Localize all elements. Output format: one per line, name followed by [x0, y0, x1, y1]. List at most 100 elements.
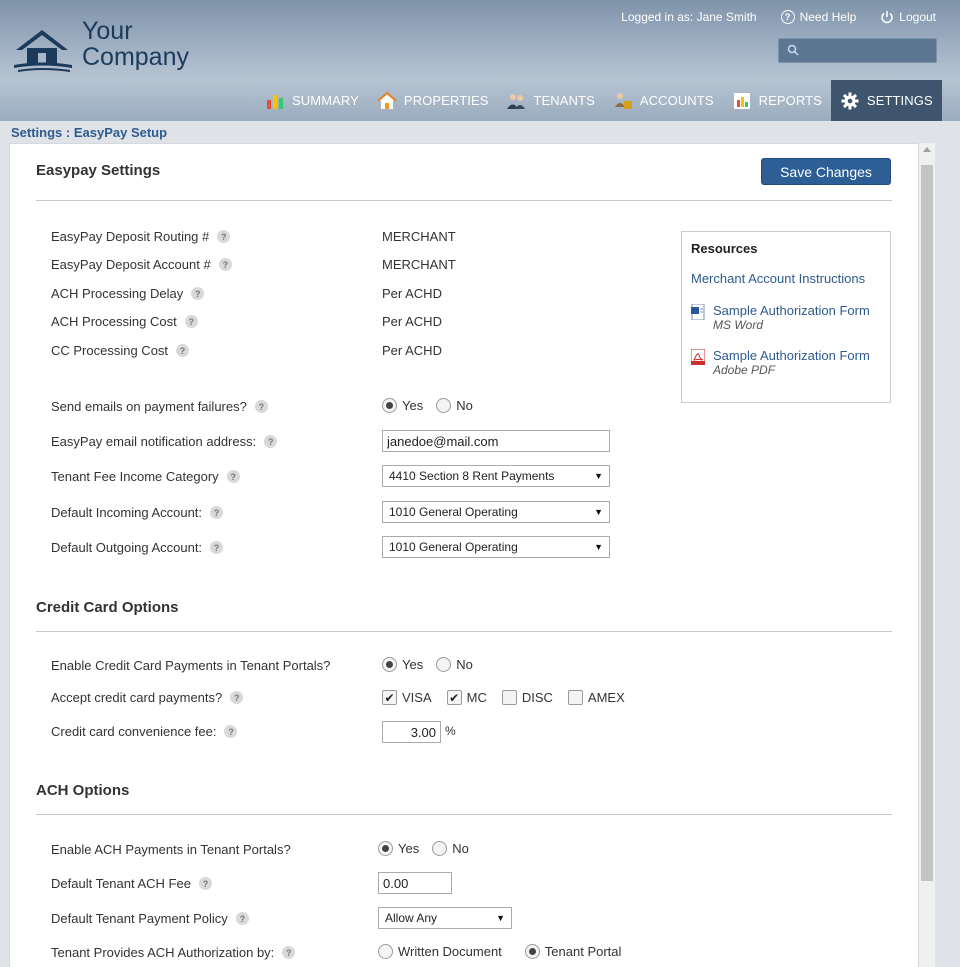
- outgoing-account-label: Default Outgoing Account:?: [51, 540, 224, 555]
- send-emails-yes[interactable]: Yes: [382, 398, 423, 413]
- help-icon[interactable]: ?: [282, 946, 296, 959]
- merchant-instructions-link[interactable]: Merchant Account Instructions: [691, 271, 881, 286]
- ach-auth-radio: Written Document Tenant Portal: [378, 944, 627, 959]
- help-icon[interactable]: ?: [184, 315, 198, 328]
- card-mc[interactable]: ✔ MC: [446, 690, 487, 705]
- company-logo[interactable]: Your Company: [12, 18, 212, 78]
- accept-cc-label: Accept credit card payments??: [51, 690, 244, 705]
- tab-reports[interactable]: REPORTS: [723, 80, 831, 121]
- save-button[interactable]: Save Changes: [761, 158, 891, 185]
- payment-policy-label: Default Tenant Payment Policy?: [51, 911, 249, 926]
- enable-cc-no[interactable]: No: [436, 657, 473, 672]
- payment-policy-select[interactable]: Allow Any ▼: [378, 907, 512, 929]
- help-icon[interactable]: ?: [264, 435, 278, 448]
- report-icon: [733, 92, 750, 109]
- search-icon: [787, 44, 799, 56]
- send-emails-no[interactable]: No: [436, 398, 473, 413]
- auth-tenant-portal[interactable]: Tenant Portal: [524, 944, 621, 959]
- card-types: ✔ VISA ✔ MC DISC AMEX: [382, 690, 634, 705]
- accounts-icon: [614, 92, 632, 109]
- card-amex[interactable]: AMEX: [567, 690, 625, 705]
- help-icon[interactable]: ?: [226, 470, 240, 483]
- dropdown-arrow-icon: ▼: [496, 913, 505, 923]
- easypay-settings-title: Easypay Settings: [36, 162, 161, 179]
- fee-category-label: Tenant Fee Income Category?: [51, 469, 240, 484]
- checkbox-checked-icon[interactable]: ✔: [446, 690, 462, 705]
- card-visa[interactable]: ✔ VISA: [382, 690, 432, 705]
- logged-in-text: Logged in as: Jane Smith: [621, 10, 757, 24]
- pdf-form-type: Adobe PDF: [713, 363, 776, 377]
- dropdown-arrow-icon: ▼: [594, 542, 603, 552]
- incoming-account-select[interactable]: 1010 General Operating ▼: [382, 501, 610, 523]
- search-input[interactable]: [778, 38, 937, 63]
- help-icon[interactable]: ?: [230, 691, 244, 704]
- checkbox-checked-icon[interactable]: ✔: [382, 690, 397, 705]
- help-icon[interactable]: ?: [176, 344, 190, 357]
- percent-unit: %: [445, 724, 456, 738]
- help-icon[interactable]: ?: [217, 230, 231, 243]
- help-icon[interactable]: ?: [191, 287, 205, 300]
- pdf-form-item: Sample Authorization Form Adobe PDF: [691, 348, 881, 377]
- radio-selected-icon[interactable]: [378, 841, 393, 856]
- divider: [36, 200, 892, 201]
- help-icon[interactable]: ?: [210, 506, 224, 519]
- convenience-fee-label: Credit card convenience fee:?: [51, 724, 238, 739]
- ach-delay-value: Per ACHD: [382, 286, 442, 301]
- auth-written-document[interactable]: Written Document: [378, 944, 502, 959]
- credit-card-options-title: Credit Card Options: [36, 599, 179, 616]
- tab-summary[interactable]: SUMMARY: [256, 80, 368, 121]
- pdf-form-link[interactable]: Sample Authorization Form: [713, 348, 870, 363]
- enable-ach-yes[interactable]: Yes: [378, 841, 419, 856]
- help-circle-icon: ?: [780, 10, 795, 24]
- main-nav: SUMMARY PROPERTIES TENANTS ACCOUNTS REPO…: [256, 80, 942, 121]
- logout-link[interactable]: Logout: [880, 10, 936, 24]
- word-form-link[interactable]: Sample Authorization Form: [713, 303, 870, 318]
- help-icon[interactable]: ?: [198, 877, 212, 890]
- radio-icon[interactable]: [432, 841, 448, 856]
- ach-fee-input[interactable]: [378, 872, 452, 894]
- radio-selected-icon[interactable]: [524, 944, 540, 959]
- enable-ach-label: Enable ACH Payments in Tenant Portals?: [51, 842, 291, 857]
- enable-cc-radio: Yes No: [382, 657, 479, 672]
- account-label: EasyPay Deposit Account #?: [51, 257, 232, 272]
- email-field[interactable]: [382, 430, 610, 452]
- enable-cc-label: Enable Credit Card Payments in Tenant Po…: [51, 658, 331, 673]
- checkbox-icon[interactable]: [501, 690, 517, 705]
- help-icon[interactable]: ?: [235, 912, 249, 925]
- people-icon: [507, 93, 526, 109]
- house-logo-icon: [14, 30, 72, 72]
- tab-settings[interactable]: SETTINGS: [830, 80, 942, 121]
- fee-category-select[interactable]: 4410 Section 8 Rent Payments ▼: [382, 465, 610, 487]
- gear-icon: [841, 92, 859, 109]
- radio-selected-icon[interactable]: [382, 657, 397, 672]
- email-label: EasyPay email notification address:?: [51, 434, 278, 449]
- resources-box: Resources Merchant Account Instructions …: [681, 231, 891, 403]
- tab-properties[interactable]: PROPERTIES: [368, 80, 498, 121]
- radio-selected-icon[interactable]: [382, 398, 397, 413]
- tab-accounts[interactable]: ACCOUNTS: [604, 80, 723, 121]
- scroll-thumb[interactable]: [921, 165, 933, 881]
- resources-title: Resources: [691, 241, 758, 256]
- radio-icon[interactable]: [436, 657, 452, 672]
- help-icon[interactable]: ?: [254, 400, 268, 413]
- scroll-up-icon[interactable]: [923, 147, 931, 152]
- help-link[interactable]: ? Need Help: [780, 10, 856, 24]
- help-icon[interactable]: ?: [224, 725, 238, 738]
- word-form-type: MS Word: [713, 318, 764, 332]
- enable-ach-no[interactable]: No: [432, 841, 469, 856]
- checkbox-icon[interactable]: [567, 690, 583, 705]
- cc-cost-value: Per ACHD: [382, 343, 442, 358]
- card-disc[interactable]: DISC: [501, 690, 553, 705]
- radio-icon[interactable]: [378, 944, 393, 959]
- convenience-fee-input[interactable]: [382, 721, 441, 743]
- help-icon[interactable]: ?: [210, 541, 224, 554]
- help-icon[interactable]: ?: [218, 258, 232, 271]
- app-header: Your Company Logged in as: Jane Smith ? …: [0, 0, 960, 121]
- radio-icon[interactable]: [436, 398, 452, 413]
- vertical-scrollbar[interactable]: [919, 143, 935, 967]
- outgoing-account-select[interactable]: 1010 General Operating ▼: [382, 536, 610, 558]
- dropdown-arrow-icon: ▼: [594, 507, 603, 517]
- chart-bar-icon: [267, 94, 283, 109]
- enable-cc-yes[interactable]: Yes: [382, 657, 423, 672]
- tab-tenants[interactable]: TENANTS: [497, 80, 603, 121]
